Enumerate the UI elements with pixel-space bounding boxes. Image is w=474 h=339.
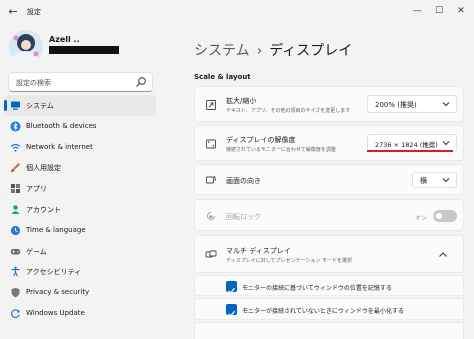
shield-icon	[11, 287, 20, 298]
option-row-remember-positions: モニターの接続に基づいてウィンドウの位置を記憶する	[194, 275, 464, 296]
wifi-icon	[10, 143, 21, 152]
multi-display-description: ディスプレイに対してプレゼンテーション モードを選択	[226, 258, 352, 264]
sidebar-item-label: Windows Update	[26, 308, 85, 317]
option-row-minimize-windows: モニターが接続されていないときにウィンドウを最小化する	[194, 298, 464, 320]
multi-display-card[interactable]: マルチ ディスプレイ ディスプレイに対してプレゼンテーション モードを選択	[194, 235, 464, 273]
sidebar-item-label: Network & internet	[26, 142, 93, 151]
back-arrow-icon[interactable]: ←	[6, 5, 20, 19]
page-title: ディスプレイ	[269, 43, 353, 59]
orientation-dropdown[interactable]: 横	[412, 172, 457, 188]
window-title: 設定	[27, 8, 41, 16]
sidebar-item-time-language[interactable]: Time & language	[4, 220, 156, 241]
rotation-lock-icon	[207, 212, 215, 220]
search-icon	[136, 77, 146, 87]
close-button[interactable]: ✕	[454, 4, 468, 18]
sidebar-item-label: Privacy & security	[26, 288, 90, 297]
scale-value: 200% (推奨)	[375, 101, 417, 109]
scale-title: 拡大/縮小	[226, 97, 257, 105]
resolution-title: ディスプレイの解像度	[226, 136, 296, 144]
user-profile[interactable]: Azell ..	[9, 30, 159, 64]
scale-dropdown[interactable]: 200% (推奨)	[367, 95, 457, 113]
sidebar-item-label: ゲーム	[26, 247, 47, 256]
minimize-windows-label: モニターが接続されていないときにウィンドウを最小化する	[242, 308, 404, 315]
sidebar-item-apps[interactable]: アプリ	[4, 178, 156, 199]
rotation-lock-state: オン	[415, 215, 428, 222]
brush-icon	[11, 163, 20, 173]
scale-description: テキスト、アプリ、その他の項目のサイズを変更します	[226, 108, 351, 114]
chevron-down-icon	[442, 178, 450, 183]
remember-positions-checkbox[interactable]	[226, 281, 237, 294]
remember-positions-label: モニターの接続に基づいてウィンドウの位置を記憶する	[242, 285, 392, 292]
redacted-email	[49, 46, 119, 54]
search-placeholder: 設定の検索	[16, 79, 51, 87]
sidebar-item-system[interactable]: システム	[4, 95, 156, 116]
sidebar-item-label: システム	[26, 102, 54, 110]
chevron-down-icon	[442, 141, 450, 146]
orientation-title: 画面の向き	[226, 177, 261, 185]
minimize-button[interactable]: —	[410, 4, 424, 18]
rotation-lock-title: 回転ロック	[226, 213, 261, 221]
sidebar-item-accounts[interactable]: アカウント	[4, 199, 156, 220]
scale-icon	[206, 100, 216, 110]
scale-card: 拡大/縮小 テキスト、アプリ、その他の項目のサイズを変更します 200% (推奨…	[194, 86, 464, 122]
person-icon	[11, 205, 20, 214]
orientation-value: 横	[420, 177, 427, 185]
sidebar-item-label: アカウント	[26, 205, 61, 214]
sidebar-item-windows-update[interactable]: Windows Update	[4, 303, 156, 324]
gamepad-icon	[10, 248, 21, 255]
breadcrumb-parent[interactable]: システム	[194, 43, 250, 59]
sidebar-item-label: Bluetooth & devices	[26, 121, 97, 130]
rotation-lock-toggle[interactable]	[433, 210, 457, 222]
chevron-up-icon[interactable]	[438, 250, 448, 260]
checkmark-icon	[228, 287, 236, 294]
accessibility-icon	[11, 266, 20, 277]
resolution-value: 2736 × 1824 (推奨)	[375, 141, 438, 149]
multi-display-icon	[205, 250, 217, 258]
resolution-icon	[206, 139, 216, 149]
settings-search-input[interactable]: 設定の検索	[8, 72, 153, 92]
resolution-description: 接続されているモニターに合わせて解像度を調整	[226, 147, 336, 153]
chevron-down-icon	[442, 102, 450, 107]
orientation-icon	[206, 175, 216, 184]
minimize-windows-checkbox[interactable]	[226, 304, 237, 317]
sidebar-item-bluetooth[interactable]: Bluetooth & devices	[4, 116, 156, 137]
user-name: Azell ..	[49, 35, 80, 44]
option-row-partial	[194, 322, 464, 339]
toggle-knob	[436, 213, 442, 219]
sidebar-item-accessibility[interactable]: アクセシビリティ	[4, 261, 156, 282]
maximize-button[interactable]: ☐	[432, 4, 446, 18]
sidebar-item-gaming[interactable]: ゲーム	[4, 241, 156, 262]
monitor-icon	[11, 101, 20, 110]
sidebar-item-label: Time & language	[26, 225, 86, 234]
avatar	[9, 30, 43, 64]
rotation-lock-card: 回転ロック オン	[194, 199, 464, 231]
clock-globe-icon	[10, 225, 21, 235]
multi-display-title: マルチ ディスプレイ	[226, 247, 291, 255]
bluetooth-icon	[10, 121, 21, 132]
sidebar-item-personalization[interactable]: 個人用設定	[4, 157, 156, 178]
breadcrumb: システム › ディスプレイ	[194, 40, 352, 60]
apps-icon	[11, 184, 20, 194]
sidebar-item-label: 個人用設定	[26, 164, 61, 173]
breadcrumb-separator: ›	[256, 43, 263, 59]
checkmark-icon	[228, 310, 236, 317]
sidebar-item-privacy-security[interactable]: Privacy & security	[4, 282, 156, 303]
resolution-card: ディスプレイの解像度 接続されているモニターに合わせて解像度を調整 2736 ×…	[194, 125, 464, 161]
title-bar: ← 設定 — ☐ ✕	[0, 0, 474, 24]
highlight-underline	[367, 150, 453, 152]
sidebar-item-label: アクセシビリティ	[26, 268, 82, 277]
sidebar-item-label: アプリ	[26, 185, 47, 194]
section-title: Scale & layout	[194, 73, 251, 81]
orientation-card: 画面の向き 横	[194, 164, 464, 195]
sidebar-item-network[interactable]: Network & internet	[4, 137, 156, 158]
update-icon	[11, 309, 20, 319]
sidebar-nav: システム Bluetooth & devices Network & inter…	[4, 95, 156, 324]
